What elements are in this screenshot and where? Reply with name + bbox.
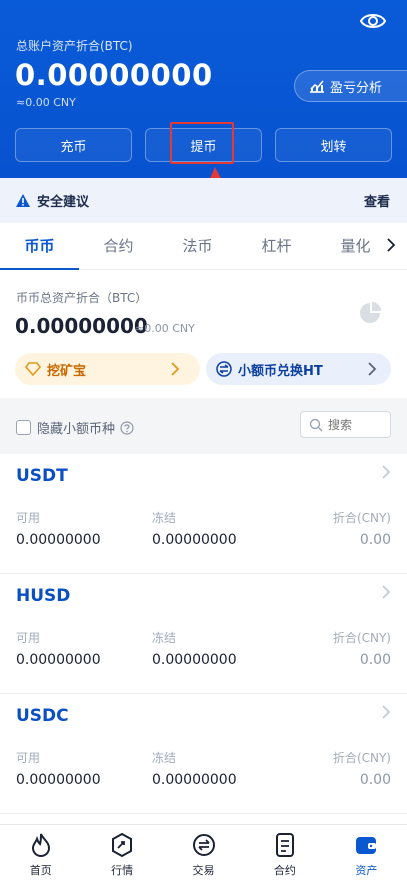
coin-name: USDC xyxy=(16,706,69,726)
hide-small-toggle[interactable]: 隐藏小额币种 xyxy=(16,418,134,437)
coin-row-usdc[interactable]: USDC 可用 冻结 折合(CNY) 0.00000000 0.00000000… xyxy=(0,694,407,814)
exchange-icon xyxy=(216,361,232,377)
chevron-right-icon xyxy=(382,705,391,719)
frozen-value: 0.00000000 xyxy=(152,652,237,668)
cny-value: 0.00 xyxy=(359,532,391,548)
cny-label: 折合(CNY) xyxy=(332,751,391,765)
frozen-label: 冻结 xyxy=(152,511,177,525)
tab-fiat[interactable]: 法币 xyxy=(158,223,237,270)
mining-label: 挖矿宝 xyxy=(47,363,87,379)
available-value: 0.00000000 xyxy=(16,652,101,668)
spot-summary: 币币总资产折合（BTC） 0.00000000 ≈0.00 CNY 挖矿宝 小额… xyxy=(0,270,407,398)
tab-contract[interactable]: 合约 xyxy=(79,223,158,270)
wallet-icon xyxy=(356,837,377,854)
asset-header: 总账户资产折合(BTC) 0.00000000 ≈0.00 CNY 盈亏分析 充… xyxy=(0,0,407,178)
chart-icon xyxy=(310,80,324,93)
nav-trade[interactable]: 交易 xyxy=(163,825,244,888)
frozen-value: 0.00000000 xyxy=(152,772,237,788)
security-advice-label: 安全建议 xyxy=(37,195,90,210)
frozen-value: 0.00000000 xyxy=(152,532,237,548)
trade-icon xyxy=(192,834,215,856)
total-assets-value: 0.00000000 xyxy=(15,58,213,92)
nav-contract[interactable]: 合约 xyxy=(244,825,325,888)
assets-page: 总账户资产折合(BTC) 0.00000000 ≈0.00 CNY 盈亏分析 充… xyxy=(0,0,407,888)
chevron-right-icon xyxy=(382,465,391,479)
available-value: 0.00000000 xyxy=(16,772,101,788)
frozen-label: 冻结 xyxy=(152,631,177,645)
frozen-label: 冻结 xyxy=(152,751,177,765)
warning-icon xyxy=(16,194,30,207)
tab-margin[interactable]: 杠杆 xyxy=(237,223,316,270)
small-convert-label: 小额币兑换HT xyxy=(238,363,323,379)
tab-spot[interactable]: 币币 xyxy=(0,223,79,271)
available-label: 可用 xyxy=(16,511,41,525)
pl-analysis-button[interactable]: 盈亏分析 xyxy=(294,70,407,102)
contract-icon xyxy=(275,833,294,857)
cny-value: 0.00 xyxy=(359,772,391,788)
coin-list: USDT 可用 冻结 折合(CNY) 0.00000000 0.00000000… xyxy=(0,454,407,824)
eye-icon[interactable] xyxy=(359,10,387,34)
chevron-right-icon xyxy=(171,362,180,376)
spot-total-cny: ≈0.00 CNY xyxy=(135,322,195,335)
pl-analysis-label: 盈亏分析 xyxy=(330,80,383,96)
chevron-right-icon xyxy=(368,362,377,376)
security-advice-bar[interactable]: 安全建议 查看 xyxy=(0,178,407,223)
total-assets-cny: ≈0.00 CNY xyxy=(16,96,76,109)
coin-name: USDT xyxy=(16,466,68,486)
nav-trade-label: 交易 xyxy=(192,864,215,877)
bottom-nav: 首页 行情 交易 合约 资产 xyxy=(0,824,407,888)
security-view-link[interactable]: 查看 xyxy=(364,191,390,210)
small-convert-button[interactable]: 小额币兑换HT xyxy=(206,353,391,385)
spot-total-value: 0.00000000 xyxy=(15,314,148,338)
nav-home-label: 首页 xyxy=(29,864,52,877)
nav-contract-label: 合约 xyxy=(273,864,296,877)
diamond-icon xyxy=(25,362,41,376)
total-assets-label: 总账户资产折合(BTC) xyxy=(16,39,133,53)
cny-label: 折合(CNY) xyxy=(332,511,391,525)
cny-value: 0.00 xyxy=(359,652,391,668)
deposit-button[interactable]: 充币 xyxy=(15,128,132,162)
nav-market[interactable]: 行情 xyxy=(81,825,162,888)
search-input[interactable] xyxy=(328,417,383,432)
hide-small-checkbox[interactable] xyxy=(16,420,31,435)
transfer-button[interactable]: 划转 xyxy=(275,128,392,162)
nav-assets-label: 资产 xyxy=(355,864,378,877)
security-advice: 安全建议 xyxy=(15,191,89,210)
available-label: 可用 xyxy=(16,751,41,765)
coin-name: HUSD xyxy=(16,586,71,606)
spot-total-label: 币币总资产折合（BTC） xyxy=(16,291,148,305)
filter-row: 隐藏小额币种 xyxy=(0,398,407,454)
search-icon xyxy=(309,418,323,431)
withdraw-highlight-box xyxy=(170,122,234,164)
coin-row-husd[interactable]: HUSD 可用 冻结 折合(CNY) 0.00000000 0.00000000… xyxy=(0,574,407,694)
nav-assets[interactable]: 资产 xyxy=(326,825,407,888)
flame-icon xyxy=(31,833,50,858)
asset-tabs: 币币 合约 法币 杠杆 量化 xyxy=(0,223,407,271)
search-box[interactable] xyxy=(300,411,391,438)
help-icon[interactable] xyxy=(120,420,134,435)
hide-small-label: 隐藏小额币种 xyxy=(37,422,116,437)
chevron-right-icon xyxy=(382,585,391,599)
chevron-right-icon[interactable] xyxy=(383,235,399,255)
mining-button[interactable]: 挖矿宝 xyxy=(15,353,200,385)
available-label: 可用 xyxy=(16,631,41,645)
market-icon xyxy=(112,832,133,858)
nav-market-label: 行情 xyxy=(111,864,134,877)
available-value: 0.00000000 xyxy=(16,532,101,548)
cny-label: 折合(CNY) xyxy=(332,631,391,645)
nav-home[interactable]: 首页 xyxy=(0,825,81,888)
pie-chart-icon[interactable] xyxy=(359,302,381,324)
coin-row-usdt[interactable]: USDT 可用 冻结 折合(CNY) 0.00000000 0.00000000… xyxy=(0,454,407,574)
